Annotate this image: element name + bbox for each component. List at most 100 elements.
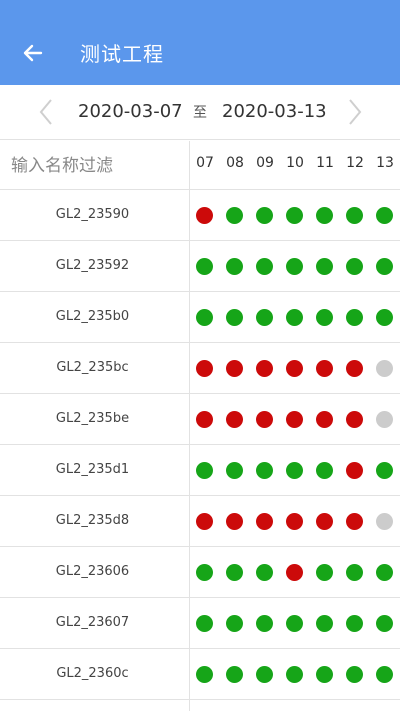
status-dot-ok[interactable] xyxy=(346,564,363,581)
table-row[interactable]: GL2_23606 xyxy=(0,547,400,598)
status-dot-ok[interactable] xyxy=(316,462,333,479)
app-bar: 测试工程 xyxy=(0,0,400,85)
status-dot-ok[interactable] xyxy=(256,207,273,224)
status-dot-error[interactable] xyxy=(316,411,333,428)
status-dot-ok[interactable] xyxy=(316,309,333,326)
status-dot-ok[interactable] xyxy=(226,309,243,326)
status-dot-ok[interactable] xyxy=(196,564,213,581)
status-dot-unknown[interactable] xyxy=(376,360,393,377)
name-filter-input[interactable] xyxy=(0,141,189,190)
table-row[interactable]: GL2_23607 xyxy=(0,598,400,649)
end-date[interactable]: 2020-03-13 xyxy=(222,99,327,125)
status-dot-ok[interactable] xyxy=(196,309,213,326)
project-name: GL2_23607 xyxy=(55,615,130,630)
table-row[interactable]: GL2_23590 xyxy=(0,190,400,241)
status-dot-ok[interactable] xyxy=(376,666,393,683)
table-row[interactable]: GL2_23592 xyxy=(0,241,400,292)
status-dot-ok[interactable] xyxy=(346,309,363,326)
status-dot-error[interactable] xyxy=(316,360,333,377)
status-dot-ok[interactable] xyxy=(226,615,243,632)
status-dot-ok[interactable] xyxy=(286,207,303,224)
status-dot-error[interactable] xyxy=(286,411,303,428)
status-dot-ok[interactable] xyxy=(316,666,333,683)
project-name: GL2_235be xyxy=(55,411,130,426)
status-dot-ok[interactable] xyxy=(376,564,393,581)
table-row[interactable]: GL2_235b0 xyxy=(0,292,400,343)
status-dot-ok[interactable] xyxy=(196,462,213,479)
status-dot-ok[interactable] xyxy=(286,462,303,479)
table-row[interactable]: GL2_235bc xyxy=(0,343,400,394)
status-dot-ok[interactable] xyxy=(226,462,243,479)
status-dot-error[interactable] xyxy=(196,513,213,530)
day-header: 13 xyxy=(376,155,394,171)
status-dot-error[interactable] xyxy=(286,360,303,377)
status-dot-unknown[interactable] xyxy=(376,411,393,428)
status-dot-ok[interactable] xyxy=(316,258,333,275)
status-dot-ok[interactable] xyxy=(256,615,273,632)
status-dot-ok[interactable] xyxy=(226,258,243,275)
table-header: 07 08 09 10 11 12 13 xyxy=(0,141,400,190)
status-dot-error[interactable] xyxy=(346,462,363,479)
project-name: GL2_235bc xyxy=(56,360,129,375)
status-dot-error[interactable] xyxy=(346,513,363,530)
status-dot-ok[interactable] xyxy=(286,615,303,632)
status-dot-error[interactable] xyxy=(226,411,243,428)
status-dot-ok[interactable] xyxy=(226,564,243,581)
next-week-button[interactable] xyxy=(341,97,367,127)
status-dot-ok[interactable] xyxy=(256,666,273,683)
status-dot-ok[interactable] xyxy=(346,615,363,632)
status-dot-unknown[interactable] xyxy=(376,513,393,530)
status-dot-ok[interactable] xyxy=(226,666,243,683)
status-dot-ok[interactable] xyxy=(316,615,333,632)
status-dot-error[interactable] xyxy=(346,360,363,377)
status-dot-error[interactable] xyxy=(346,411,363,428)
status-dot-error[interactable] xyxy=(286,564,303,581)
status-dot-error[interactable] xyxy=(226,360,243,377)
back-button[interactable] xyxy=(18,38,48,68)
chevron-left-icon xyxy=(39,99,52,125)
status-dot-error[interactable] xyxy=(196,360,213,377)
status-dot-error[interactable] xyxy=(286,513,303,530)
status-dot-error[interactable] xyxy=(196,411,213,428)
status-dot-error[interactable] xyxy=(196,207,213,224)
status-dot-ok[interactable] xyxy=(346,666,363,683)
status-dot-ok[interactable] xyxy=(376,258,393,275)
status-dot-error[interactable] xyxy=(226,513,243,530)
status-dot-ok[interactable] xyxy=(376,309,393,326)
status-dot-ok[interactable] xyxy=(256,564,273,581)
status-dot-error[interactable] xyxy=(256,360,273,377)
project-name: GL2_23590 xyxy=(55,207,130,222)
status-dot-ok[interactable] xyxy=(226,207,243,224)
status-dot-ok[interactable] xyxy=(286,666,303,683)
prev-week-button[interactable] xyxy=(34,97,60,127)
chevron-right-icon xyxy=(349,99,362,125)
status-dot-ok[interactable] xyxy=(256,309,273,326)
status-dot-error[interactable] xyxy=(256,513,273,530)
status-dot-ok[interactable] xyxy=(376,615,393,632)
status-dot-ok[interactable] xyxy=(316,564,333,581)
date-range-bar: 2020-03-07 至 2020-03-13 xyxy=(0,85,400,140)
status-dot-ok[interactable] xyxy=(376,207,393,224)
status-dot-ok[interactable] xyxy=(196,615,213,632)
table-row[interactable]: GL2_235d8 xyxy=(0,496,400,547)
project-name: GL2_23606 xyxy=(55,564,130,579)
status-dot-ok[interactable] xyxy=(346,258,363,275)
status-dot-ok[interactable] xyxy=(286,258,303,275)
day-header: 07 xyxy=(196,155,214,171)
day-header: 10 xyxy=(286,155,304,171)
table-row[interactable]: GL2_235be xyxy=(0,394,400,445)
status-dot-ok[interactable] xyxy=(316,207,333,224)
page-title: 测试工程 xyxy=(80,42,164,66)
table-row[interactable]: GL2_2360c xyxy=(0,649,400,700)
status-dot-ok[interactable] xyxy=(196,666,213,683)
status-dot-error[interactable] xyxy=(316,513,333,530)
table-row[interactable]: GL2_235d1 xyxy=(0,445,400,496)
status-dot-ok[interactable] xyxy=(256,462,273,479)
status-dot-ok[interactable] xyxy=(256,258,273,275)
status-dot-error[interactable] xyxy=(256,411,273,428)
start-date[interactable]: 2020-03-07 xyxy=(78,99,183,125)
status-dot-ok[interactable] xyxy=(196,258,213,275)
status-dot-ok[interactable] xyxy=(346,207,363,224)
status-dot-ok[interactable] xyxy=(376,462,393,479)
status-dot-ok[interactable] xyxy=(286,309,303,326)
